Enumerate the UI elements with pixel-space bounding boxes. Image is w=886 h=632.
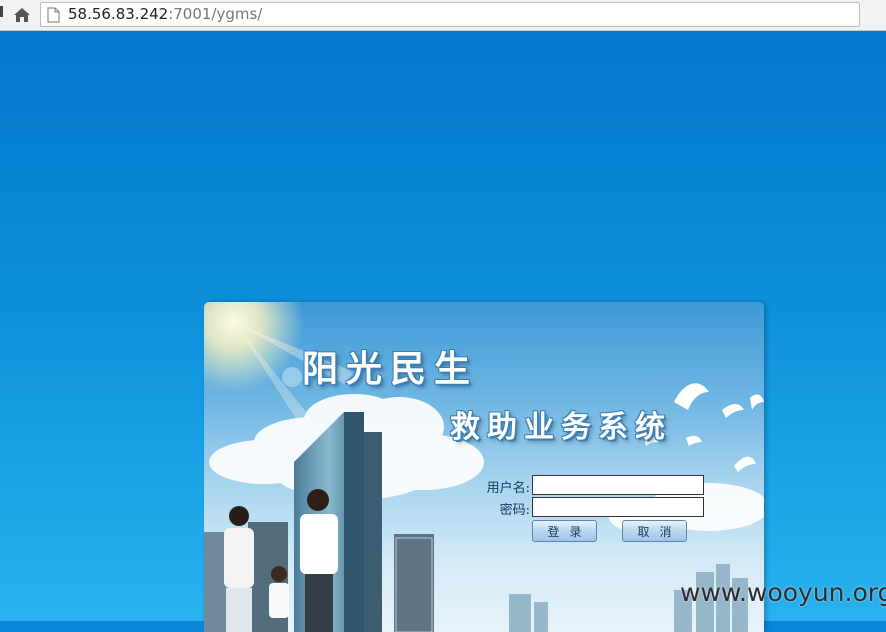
home-icon [14, 8, 30, 22]
page-icon [47, 7, 60, 23]
username-label: 用户名: [486, 481, 530, 496]
cancel-button[interactable]: 取消 [622, 520, 687, 542]
browser-toolbar: 58.56.83.242:7001/ygms/ [0, 0, 886, 31]
system-title-main: 阳光民生 [302, 349, 479, 390]
password-input[interactable] [532, 497, 704, 517]
url-host: 58.56.83.242 [68, 5, 169, 23]
login-button[interactable]: 登录 [532, 520, 597, 542]
url-text: 58.56.83.242:7001/ygms/ [68, 6, 262, 23]
home-button[interactable] [10, 5, 34, 25]
watermark: www.wooyun.org [680, 578, 886, 607]
address-bar[interactable]: 58.56.83.242:7001/ygms/ [40, 2, 860, 27]
username-input[interactable] [532, 475, 704, 495]
window-edge [0, 6, 3, 17]
password-label: 密码: [499, 503, 530, 518]
url-path: :7001/ygms/ [168, 5, 263, 23]
system-title-sub: 救助业务系统 [450, 410, 672, 445]
